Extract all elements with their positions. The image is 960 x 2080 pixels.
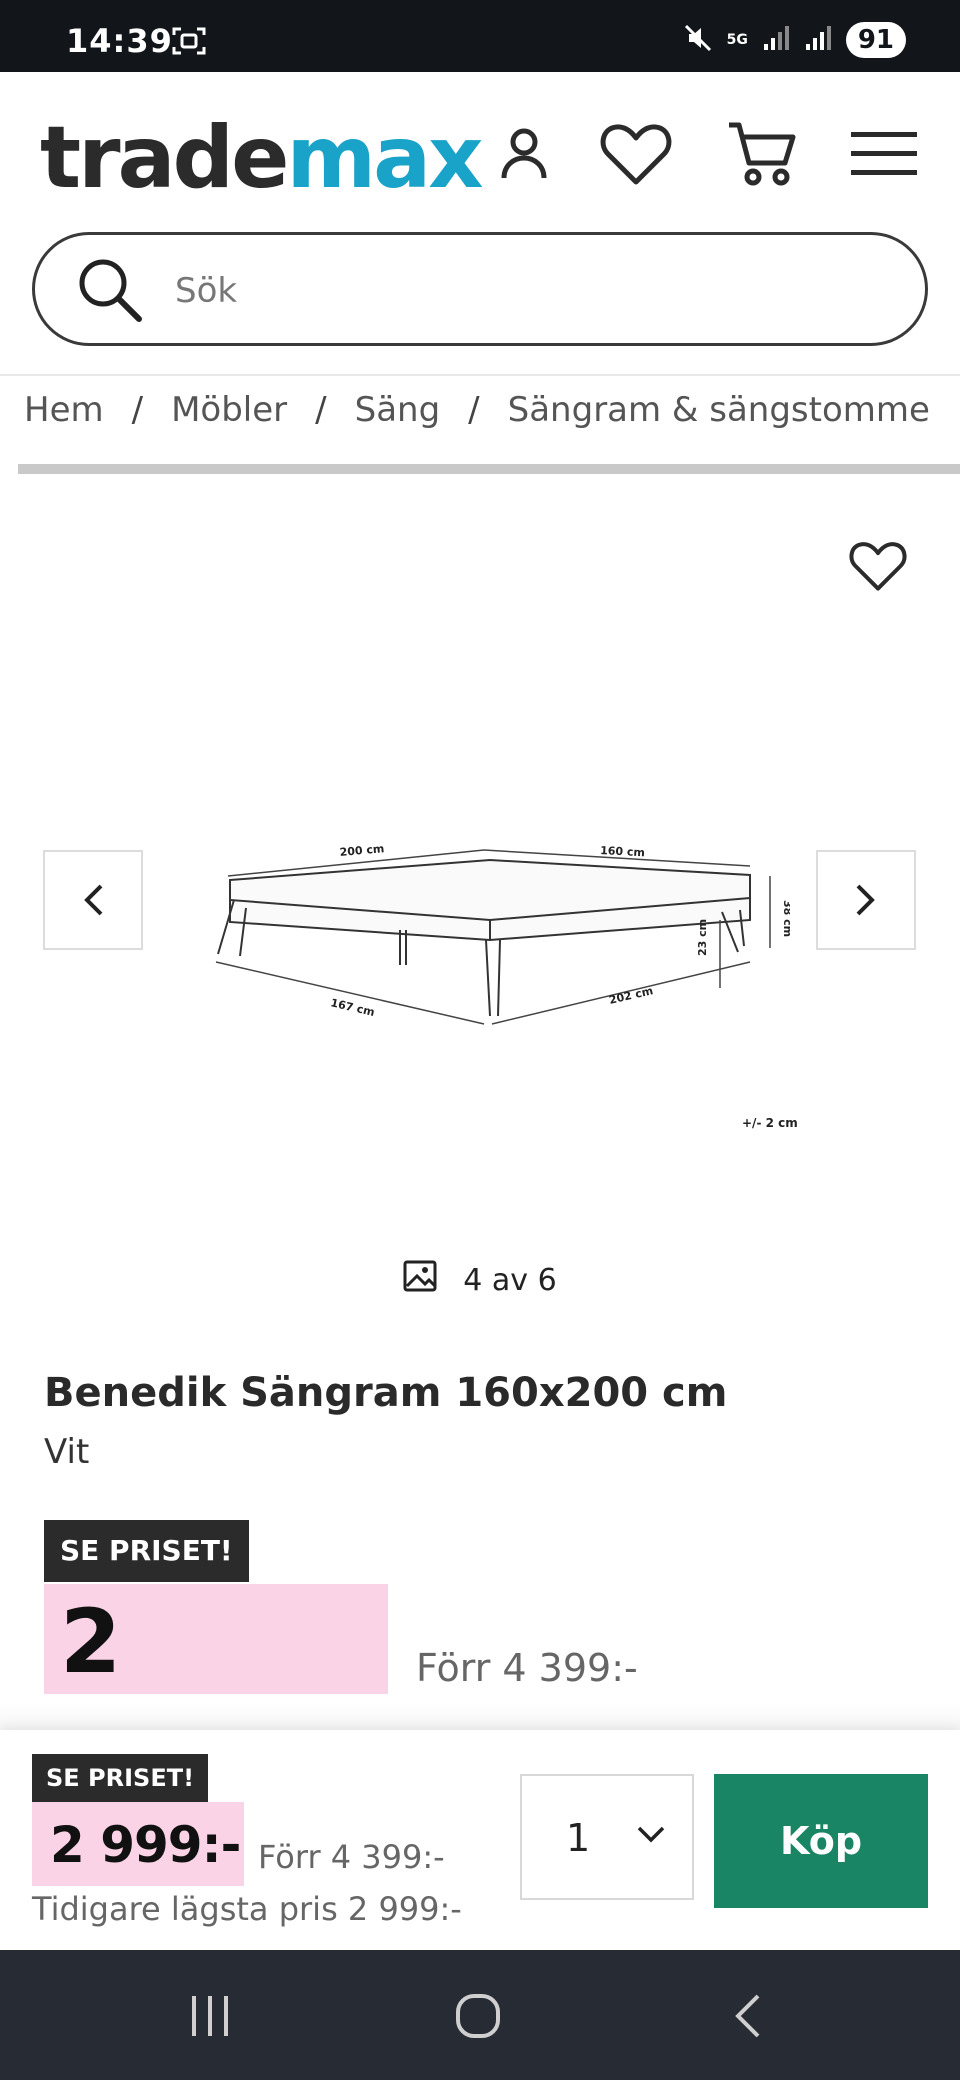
sticky-price-box: 2 999:- xyxy=(32,1802,244,1886)
previous-price: Förr 4 399:- xyxy=(416,1646,638,1690)
breadcrumb-item-sangram[interactable]: Sängram & sängstomme xyxy=(508,390,930,430)
signal-icon xyxy=(762,24,790,56)
quantity-value: 1 xyxy=(566,1816,591,1860)
header-divider xyxy=(0,374,960,376)
site-header: trademax xyxy=(0,72,960,376)
breadcrumb-scrollbar[interactable] xyxy=(18,464,960,474)
screen-capture-icon xyxy=(172,26,206,60)
heart-icon xyxy=(849,542,907,591)
chevron-right-icon xyxy=(856,884,875,916)
recent-apps-icon[interactable] xyxy=(170,1984,250,2048)
gallery-prev-button[interactable] xyxy=(43,850,143,950)
chevron-down-icon xyxy=(636,1824,666,1848)
price-box: 2 999:- xyxy=(44,1584,388,1796)
heart-icon[interactable] xyxy=(596,114,676,194)
status-time: 14:39 xyxy=(66,22,173,60)
image-icon xyxy=(403,1260,437,1300)
logo-part-max: max xyxy=(286,108,483,208)
status-bar: 14:39 5G 91 xyxy=(0,0,960,72)
sticky-buy-bar: SE PRISET! 2 999:- Förr 4 399:- Tidigare… xyxy=(0,1730,960,1950)
quantity-select[interactable]: 1 xyxy=(520,1774,694,1900)
search-bar[interactable] xyxy=(32,232,928,346)
product-title: Benedik Sängram 160x200 cm xyxy=(44,1370,728,1416)
dimension-outer-length: 202 cm xyxy=(608,984,655,1007)
breadcrumb-separator: / xyxy=(315,390,327,430)
dimension-length: 200 cm xyxy=(339,842,385,859)
product-gallery: 200 cm 160 cm 38 cm 23 cm 167 cm 202 cm … xyxy=(0,490,960,1298)
add-to-wishlist-button[interactable] xyxy=(846,534,910,598)
back-icon[interactable] xyxy=(708,1984,788,2048)
buy-button[interactable]: Köp xyxy=(714,1774,928,1908)
bed-dimension-drawing: 200 cm 160 cm 38 cm 23 cm 167 cm 202 cm xyxy=(215,842,790,1025)
breadcrumb-separator: / xyxy=(131,390,144,430)
account-icon[interactable] xyxy=(484,114,564,194)
search-input[interactable] xyxy=(175,261,875,321)
network-type: 5G xyxy=(726,32,748,48)
campaign-badge: SE PRISET! xyxy=(44,1520,249,1582)
search-icon[interactable] xyxy=(77,257,143,327)
dimension-width: 160 cm xyxy=(600,844,645,859)
system-navigation-bar xyxy=(0,1950,960,2080)
breadcrumb: Hem / Möbler / Säng / Sängram & sängstom… xyxy=(24,386,930,434)
image-counter-text: 4 av 6 xyxy=(463,1262,557,1298)
breadcrumb-separator: / xyxy=(468,390,480,430)
lowest-price-note: Tidigare lägsta pris 2 999:- xyxy=(32,1890,462,1928)
battery-level: 91 xyxy=(845,22,906,58)
sticky-price: 2 999:- xyxy=(50,1816,241,1874)
content-fade xyxy=(0,1704,960,1732)
dimension-tolerance: +/- 2 cm xyxy=(742,1116,798,1130)
dimension-height: 38 cm xyxy=(781,900,790,937)
breadcrumb-item-mobler[interactable]: Möbler xyxy=(171,390,287,430)
dimension-outer-width: 167 cm xyxy=(329,996,376,1019)
home-icon[interactable] xyxy=(438,1984,518,2048)
sticky-campaign-badge: SE PRISET! xyxy=(32,1754,209,1802)
logo-part-trade: trade xyxy=(40,108,289,208)
trademax-logo[interactable]: trademax xyxy=(40,108,484,208)
image-counter: 4 av 6 xyxy=(0,1260,960,1300)
breadcrumb-item-hem[interactable]: Hem xyxy=(24,390,104,430)
dimension-leg-height: 23 cm xyxy=(696,919,709,956)
chevron-left-icon xyxy=(84,884,103,916)
gallery-next-button[interactable] xyxy=(816,850,916,950)
menu-icon[interactable] xyxy=(844,114,924,194)
mute-icon xyxy=(683,23,713,57)
cart-icon[interactable] xyxy=(722,114,802,194)
signal-icon-2 xyxy=(804,24,832,56)
breadcrumb-item-sang[interactable]: Säng xyxy=(355,390,441,430)
product-variant: Vit xyxy=(44,1432,90,1472)
sticky-previous-price: Förr 4 399:- xyxy=(258,1838,445,1876)
